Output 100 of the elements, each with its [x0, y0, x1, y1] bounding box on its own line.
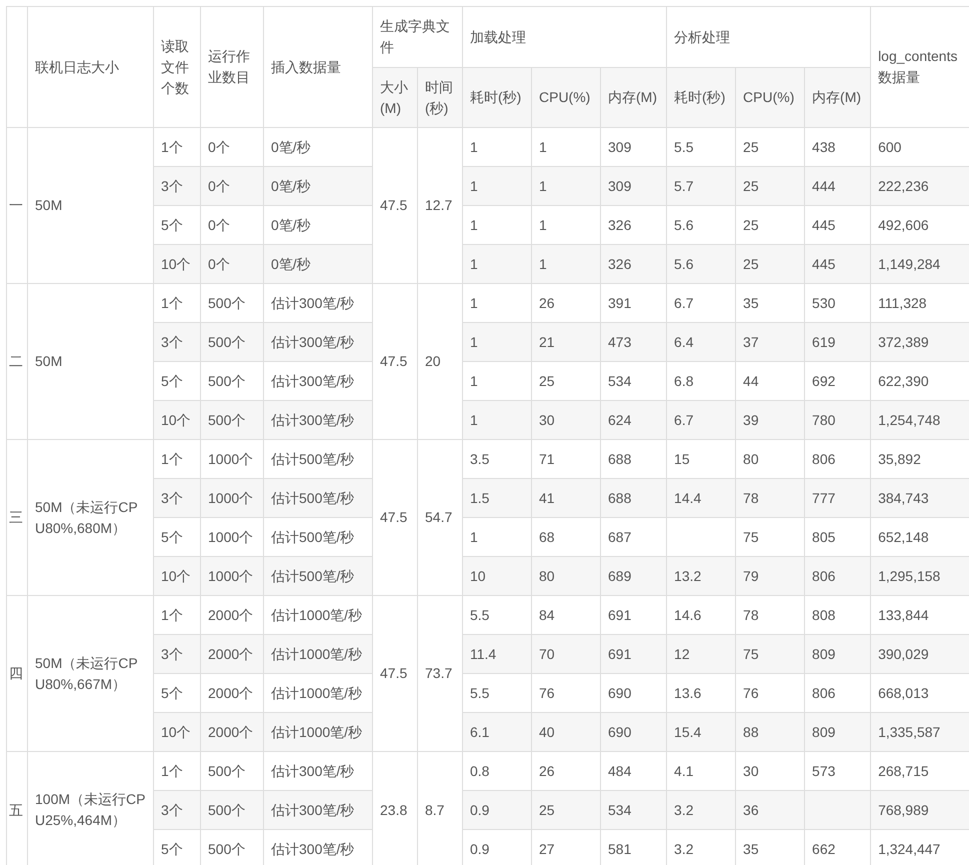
table-cell: 780 [804, 400, 871, 440]
table-cell: 3个 [154, 166, 200, 206]
table-cell: 三 [6, 440, 28, 596]
table-cell: 1 [532, 166, 600, 206]
table-cell: 691 [600, 634, 667, 674]
table-cell: 0笔/秒 [264, 244, 372, 284]
table-cell: 47.5 [372, 128, 418, 284]
table-cell: 100M（未运行CPU25%,464M） [28, 752, 154, 865]
table-cell: 624 [600, 400, 667, 440]
table-cell: 50M（未运行CPU80%,667M） [28, 596, 154, 752]
table-cell: 估计500笔/秒 [264, 478, 372, 518]
table-cell: 21 [532, 322, 600, 362]
table-cell: 1,254,748 [870, 400, 969, 440]
table-cell: 690 [600, 712, 667, 752]
header-cell: 运行作业数目 [200, 6, 264, 128]
table-cell: 2000个 [200, 634, 264, 674]
table-cell: 47.5 [372, 596, 418, 752]
table-cell: 0笔/秒 [264, 166, 372, 206]
table-cell: 444 [804, 166, 871, 206]
table-cell: 13.2 [666, 556, 736, 596]
table-cell: 0个 [200, 244, 264, 284]
table-cell: 30 [532, 400, 600, 440]
table-cell: 809 [804, 634, 871, 674]
table-cell: 25 [532, 790, 600, 830]
table-cell: 54.7 [418, 440, 462, 596]
table-cell: 50M（未运行CPU80%,680M） [28, 440, 154, 596]
table-cell: 15.4 [666, 712, 736, 752]
table-cell: 619 [804, 322, 871, 362]
table-cell: 1 [532, 244, 600, 284]
table-cell: 3个 [154, 322, 200, 362]
table-cell: 2000个 [200, 712, 264, 752]
table-cell: 估计300笔/秒 [264, 400, 372, 440]
table-cell: 20 [418, 284, 462, 440]
header-cell: 耗时(秒) [462, 68, 532, 128]
table-cell: 809 [804, 712, 871, 752]
table-cell: 50M [28, 284, 154, 440]
table-cell: 12.7 [418, 128, 462, 284]
table-cell: 1000个 [200, 556, 264, 596]
table-cell: 12 [666, 634, 736, 674]
table-cell: 11.4 [462, 634, 532, 674]
table-cell: 估计1000笔/秒 [264, 634, 372, 674]
table-cell: 50M [28, 128, 154, 284]
table-cell: 10个 [154, 400, 200, 440]
table-cell: 25 [736, 244, 805, 284]
table-cell: 估计300笔/秒 [264, 322, 372, 362]
table-cell: 39 [736, 400, 805, 440]
table-cell: 一 [6, 128, 28, 284]
table-cell: 78 [736, 478, 805, 518]
header-cell: 大小(M) [372, 68, 418, 128]
table-cell: 222,236 [870, 166, 969, 206]
table-cell: 估计500笔/秒 [264, 556, 372, 596]
table-cell: 534 [600, 790, 667, 830]
table-cell: 0.9 [462, 790, 532, 830]
table-cell: 37 [736, 322, 805, 362]
table-cell: 5.7 [666, 166, 736, 206]
table-cell: 79 [736, 556, 805, 596]
table-cell: 41 [532, 478, 600, 518]
table-cell: 四 [6, 596, 28, 752]
table-cell: 47.5 [372, 284, 418, 440]
table-cell: 384,743 [870, 478, 969, 518]
table-cell: 806 [804, 556, 871, 596]
table-cell: 500个 [200, 322, 264, 362]
table-cell: 73.7 [418, 596, 462, 752]
table-cell: 1.5 [462, 478, 532, 518]
table-cell: 445 [804, 244, 871, 284]
table-cell: 五 [6, 752, 28, 865]
header-cell: 内存(M) [804, 68, 871, 128]
header-cell: 读取文件个数 [154, 6, 200, 128]
table-cell: 10 [462, 556, 532, 596]
table-cell: 47.5 [372, 440, 418, 596]
table-cell: 23.8 [372, 752, 418, 865]
table-cell: 768,989 [870, 790, 969, 830]
table-cell: 3.2 [666, 790, 736, 830]
table-cell: 0个 [200, 166, 264, 206]
table-cell: 14.4 [666, 478, 736, 518]
table-cell: 372,389 [870, 322, 969, 362]
table-cell: 1000个 [200, 478, 264, 518]
table-cell: 1 [462, 322, 532, 362]
header-cell: 时间(秒) [418, 68, 462, 128]
table-cell: 88 [736, 712, 805, 752]
table-cell: 1 [462, 166, 532, 206]
table-cell: 1,335,587 [870, 712, 969, 752]
table-cell: 473 [600, 322, 667, 362]
table-cell: 70 [532, 634, 600, 674]
table-cell: 25 [736, 166, 805, 206]
table-cell: 309 [600, 166, 667, 206]
table-cell: 36 [736, 790, 805, 830]
header-cell: 内存(M) [600, 68, 667, 128]
table-cell: 6.7 [666, 400, 736, 440]
table-cell: 估计1000笔/秒 [264, 712, 372, 752]
table-cell: 10个 [154, 556, 200, 596]
table-cell: 估计300笔/秒 [264, 790, 372, 830]
table-cell: 1,295,158 [870, 556, 969, 596]
header-cell: 耗时(秒) [666, 68, 736, 128]
header-cell: 插入数据量 [264, 6, 372, 128]
table-cell: 688 [600, 478, 667, 518]
table-cell: 10个 [154, 244, 200, 284]
table-cell: 80 [532, 556, 600, 596]
table-cell: 3个 [154, 634, 200, 674]
header-cell: CPU(%) [736, 68, 805, 128]
